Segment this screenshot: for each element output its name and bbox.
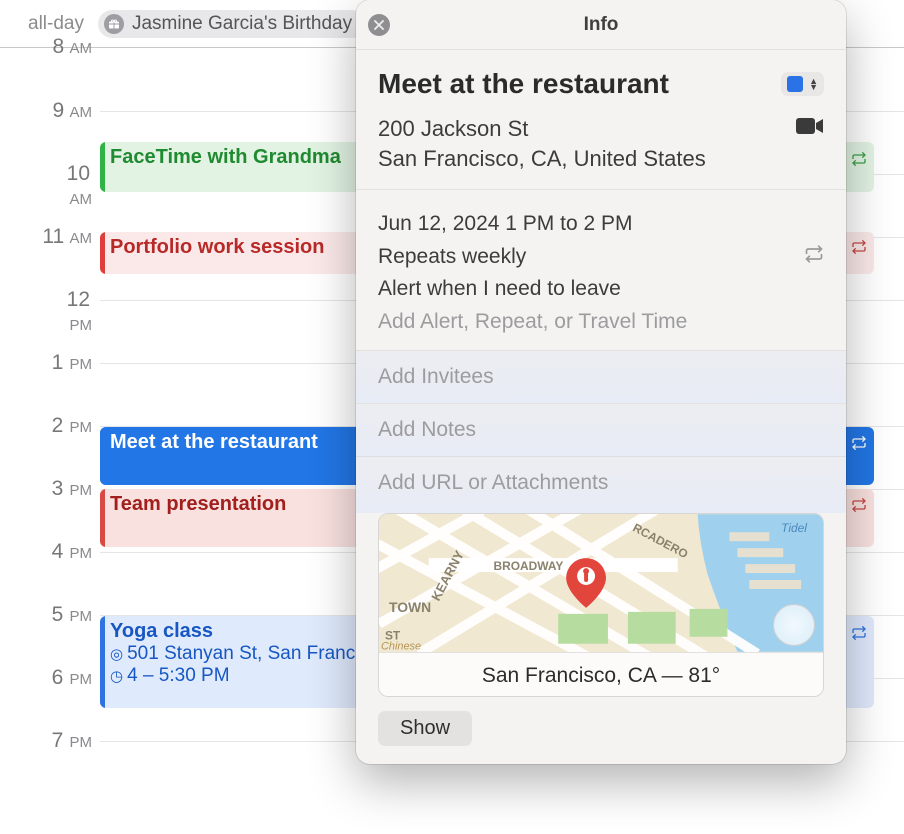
map-preview[interactable]: BROADWAY KEARNY TOWN ST RCADERO Tidel Ch… [378, 513, 824, 697]
datetime-field[interactable]: Jun 12, 2024 1 PM to 2 PM [378, 208, 824, 241]
event-stripe [100, 427, 105, 485]
repeat-icon [848, 236, 870, 258]
event-stripe [100, 142, 105, 192]
popover-title: Info [584, 14, 619, 36]
chevron-updown-icon: ▲▼ [809, 78, 818, 90]
svg-text:Chinese: Chinese [381, 641, 421, 652]
clock-icon: ◷ [110, 667, 123, 685]
hour-label-8: 8 AM [42, 35, 92, 59]
hour-label-5: 5 PM [42, 603, 92, 627]
event-title: Team presentation [110, 493, 286, 515]
alert-field[interactable]: Alert when I need to leave [378, 273, 824, 306]
event-info-popover: Info Meet at the restaurant ▲▼ 200 Jacks… [356, 0, 846, 764]
hour-label-1: 1 PM [42, 351, 92, 375]
gift-icon [104, 14, 124, 34]
hour-label-4: 4 PM [42, 540, 92, 564]
hour-label-6: 6 PM [42, 666, 92, 690]
event-title: Meet at the restaurant [110, 431, 318, 453]
hour-label-10: 10 AM [42, 162, 92, 210]
event-title: Portfolio work session [110, 236, 324, 258]
hour-label-7: 7 PM [42, 729, 92, 753]
map-svg: BROADWAY KEARNY TOWN ST RCADERO Tidel Ch… [379, 514, 823, 652]
hour-label-2: 2 PM [42, 414, 92, 438]
datetime-section: Jun 12, 2024 1 PM to 2 PM Repeats weekly… [356, 190, 846, 351]
pin-icon: ◎ [110, 645, 123, 663]
svg-text:BROADWAY: BROADWAY [493, 559, 563, 573]
notes-section[interactable]: Add Notes [356, 404, 846, 457]
hour-label-9: 9 AM [42, 99, 92, 123]
add-alert-repeat-travel[interactable]: Add Alert, Repeat, or Travel Time [378, 310, 824, 334]
hour-label-12: 12 PM [42, 288, 92, 336]
allday-event-birthday[interactable]: Jasmine Garcia's Birthday [98, 10, 366, 38]
color-swatch [787, 76, 803, 92]
add-url-placeholder: Add URL or Attachments [378, 471, 608, 494]
event-title: FaceTime with Grandma [110, 146, 341, 168]
hour-label-3: 3 PM [42, 477, 92, 501]
repeat-icon [848, 494, 870, 516]
repeat-icon [848, 148, 870, 170]
popover-bottom: Show [356, 697, 846, 764]
map-weather-footer: San Francisco, CA — 81° [379, 652, 823, 697]
event-title-field[interactable]: Meet at the restaurant [378, 68, 669, 100]
event-stripe [100, 232, 105, 274]
hour-label-11: 11 AM [42, 225, 92, 249]
video-call-icon[interactable] [796, 116, 824, 142]
invitees-section[interactable]: Add Invitees [356, 351, 846, 404]
close-button[interactable] [368, 14, 390, 36]
location-field[interactable]: 200 Jackson St San Francisco, CA, United… [378, 114, 706, 173]
event-stripe [100, 616, 105, 708]
repeat-field[interactable]: Repeats weekly [378, 241, 526, 274]
svg-text:Tidel: Tidel [781, 521, 807, 535]
svg-text:TOWN: TOWN [389, 599, 431, 615]
show-button[interactable]: Show [378, 711, 472, 746]
map-orientation-button[interactable] [773, 604, 815, 646]
allday-label: all-day [28, 13, 84, 35]
repeat-icon [804, 244, 824, 270]
calendar-color-picker[interactable]: ▲▼ [781, 72, 824, 96]
event-stripe [100, 489, 105, 547]
url-attachments-section[interactable]: Add URL or Attachments [356, 457, 846, 513]
title-section: Meet at the restaurant ▲▼ 200 Jackson St… [356, 50, 846, 190]
add-invitees-placeholder: Add Invitees [378, 365, 494, 388]
repeat-icon [848, 432, 870, 454]
allday-event-label: Jasmine Garcia's Birthday [132, 13, 352, 35]
popover-header: Info [356, 0, 846, 50]
add-notes-placeholder: Add Notes [378, 418, 476, 441]
repeat-icon [848, 622, 870, 644]
